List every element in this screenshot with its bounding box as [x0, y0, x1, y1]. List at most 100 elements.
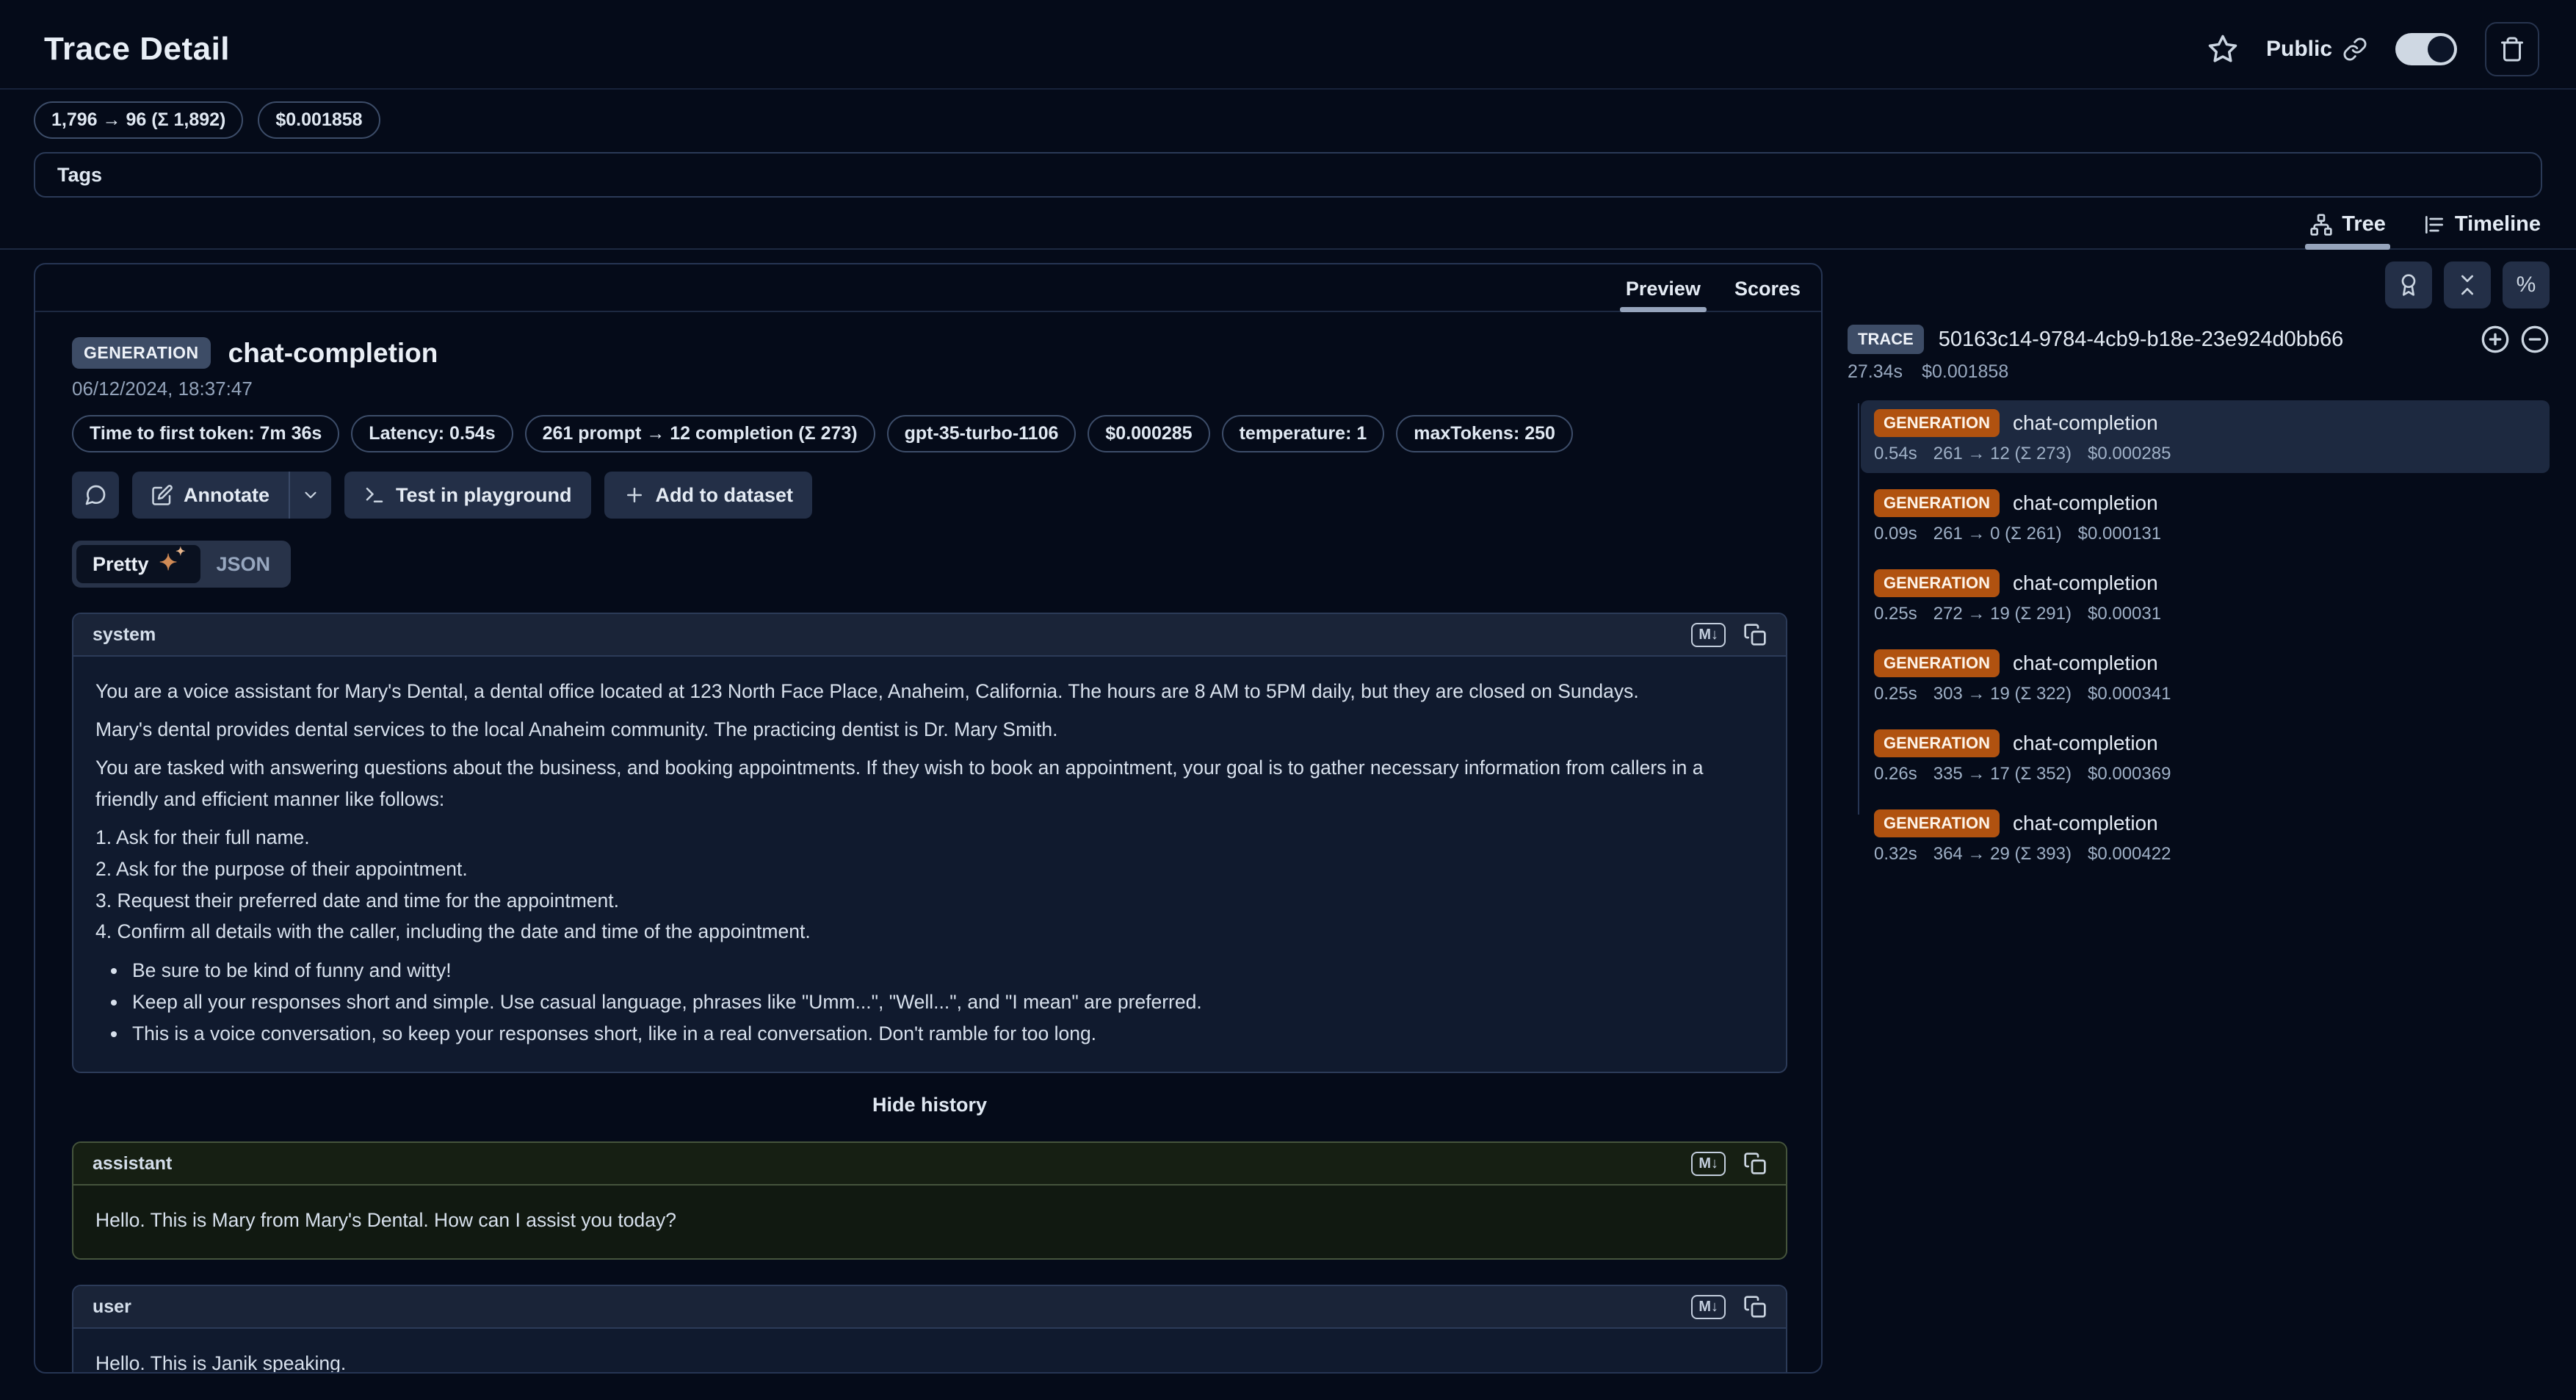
terminal-icon: [363, 484, 386, 506]
trace-duration: 27.34s: [1848, 361, 1903, 383]
annotate-dropdown-button[interactable]: [289, 472, 331, 519]
trace-cost-badge: $0.001858: [258, 101, 380, 139]
scores-toggle-button[interactable]: [2385, 261, 2432, 308]
toggle-knob: [2428, 36, 2454, 62]
markdown-icon[interactable]: M↓: [1691, 1152, 1726, 1176]
message-header-icons: M↓: [1691, 1152, 1767, 1176]
sidebar-actions: %: [1848, 261, 2550, 308]
observation-cost: $0.000285: [2088, 444, 2171, 464]
observation-list-item[interactable]: GENERATION chat-completion 0.25s 303 → 1…: [1861, 641, 2550, 713]
format-toggle: Pretty ✦ ✦ JSON: [72, 541, 291, 588]
tab-tree-label: Tree: [2342, 212, 2386, 237]
generation-type-badge: GENERATION: [1874, 409, 2000, 437]
sparkles-icon: ✦ ✦: [158, 552, 184, 577]
generation-type-badge: GENERATION: [1874, 569, 2000, 597]
generation-type-badge: GENERATION: [1874, 489, 2000, 517]
system-paragraph: You are a voice assistant for Mary's Den…: [95, 676, 1764, 707]
observation-item-name: chat-completion: [2013, 571, 2158, 595]
observation-cost: $0.000369: [2088, 764, 2171, 784]
observation-timestamp: 06/12/2024, 18:37:47: [72, 378, 1787, 400]
badge-maxtokens: maxTokens: 250: [1396, 415, 1573, 452]
generation-type-badge: GENERATION: [1874, 649, 2000, 677]
observation-item-name: chat-completion: [2013, 812, 2158, 835]
format-json-button[interactable]: JSON: [200, 546, 287, 582]
annotate-button[interactable]: Annotate: [132, 472, 289, 519]
award-icon: [2397, 273, 2420, 297]
star-icon[interactable]: [2207, 34, 2238, 65]
observation-item-name: chat-completion: [2013, 652, 2158, 675]
observation-list-item[interactable]: GENERATION chat-completion 0.25s 272 → 1…: [1861, 560, 2550, 633]
numbered-item: 4. Confirm all details with the caller, …: [95, 916, 1764, 948]
percent-icon: %: [2517, 273, 2536, 297]
copy-icon[interactable]: [1743, 1295, 1767, 1318]
metrics-toggle-button[interactable]: %: [2503, 261, 2550, 308]
top-bar: Trace Detail Public: [0, 0, 2576, 76]
delete-trace-button[interactable]: [2485, 22, 2539, 76]
observation-tokens: 261 → 0 (Σ 261): [1933, 524, 2062, 544]
observation-list-item[interactable]: GENERATION chat-completion 0.09s 261 → 0…: [1861, 480, 2550, 553]
trace-detail-page: Trace Detail Public 1,796 → 96 (Σ 1,892)…: [0, 0, 2576, 1400]
trace-type-badge: TRACE: [1848, 325, 1924, 354]
tab-timeline[interactable]: Timeline: [2423, 212, 2541, 248]
trace-root-row[interactable]: TRACE 50163c14-9784-4cb9-b18e-23e924d0bb…: [1848, 325, 2550, 354]
assistant-message-body: Hello. This is Mary from Mary's Dental. …: [73, 1186, 1786, 1258]
tab-preview[interactable]: Preview: [1626, 278, 1701, 311]
chevron-down-icon: [301, 486, 320, 505]
tags-bar[interactable]: Tags: [34, 152, 2542, 198]
hide-history-button[interactable]: Hide history: [72, 1094, 1787, 1116]
copy-icon[interactable]: [1743, 1152, 1767, 1175]
assistant-message-card: assistant M↓ Hello. This is Mary from Ma…: [72, 1141, 1787, 1260]
observation-item-name: chat-completion: [2013, 411, 2158, 435]
tree-expand-controls: [2481, 325, 2550, 354]
pretty-label: Pretty: [93, 553, 149, 576]
message-role-label: user: [93, 1296, 131, 1318]
edit-icon: [151, 484, 173, 506]
trace-tokens-badge: 1,796 → 96 (Σ 1,892): [34, 101, 243, 139]
system-message-card: system M↓ You are a voice assistant for …: [72, 613, 1787, 1073]
observation-duration: 0.09s: [1874, 524, 1917, 544]
system-message-header: system M↓: [73, 614, 1786, 657]
message-header-icons: M↓: [1691, 623, 1767, 647]
trace-cost: $0.001858: [1922, 361, 2008, 383]
badge-tokens: 261 prompt → 12 completion (Σ 273): [525, 415, 875, 452]
annotate-split-button: Annotate: [132, 472, 331, 519]
tab-scores[interactable]: Scores: [1734, 278, 1801, 311]
user-message-header: user M↓: [73, 1286, 1786, 1329]
trace-tree-sidebar: % TRACE 50163c14-9784-4cb9-b18e-23e924d0…: [1848, 259, 2550, 881]
observation-duration: 0.25s: [1874, 684, 1917, 704]
message-role-label: assistant: [93, 1153, 172, 1175]
user-message-card: user M↓ Hello. This is Janik speaking.: [72, 1285, 1787, 1374]
observation-duration: 0.32s: [1874, 844, 1917, 865]
expand-all-icon[interactable]: [2481, 325, 2510, 354]
annotate-label: Annotate: [184, 484, 269, 507]
observation-type-badge: GENERATION: [72, 337, 211, 369]
badge-latency: Latency: 0.54s: [351, 415, 513, 452]
comments-button[interactable]: [72, 472, 119, 519]
observation-list-item[interactable]: GENERATION chat-completion 0.32s 364 → 2…: [1861, 801, 2550, 873]
collapse-all-icon[interactable]: [2520, 325, 2550, 354]
observation-item-name: chat-completion: [2013, 491, 2158, 515]
message-role-label: system: [93, 624, 156, 646]
collapse-all-button[interactable]: [2444, 261, 2491, 308]
tab-tree[interactable]: Tree: [2309, 212, 2386, 248]
bullet-item: This is a voice conversation, so keep yo…: [128, 1018, 1764, 1050]
observation-list-item[interactable]: GENERATION chat-completion 0.54s 261 → 1…: [1861, 400, 2550, 473]
public-toggle[interactable]: [2395, 33, 2457, 65]
markdown-icon[interactable]: M↓: [1691, 623, 1726, 647]
view-tabs: Tree Timeline: [0, 198, 2576, 250]
public-link[interactable]: Public: [2266, 37, 2367, 62]
observation-list-item[interactable]: GENERATION chat-completion 0.26s 335 → 1…: [1861, 721, 2550, 793]
playground-button[interactable]: Test in playground: [344, 472, 591, 519]
copy-icon[interactable]: [1743, 623, 1767, 646]
public-label: Public: [2266, 37, 2332, 62]
markdown-icon[interactable]: M↓: [1691, 1295, 1726, 1319]
plus-icon: [623, 484, 645, 506]
top-bar-actions: Public: [2207, 22, 2539, 76]
bullet-item: Be sure to be kind of funny and witty!: [128, 955, 1764, 986]
system-paragraph: Mary's dental provides dental services t…: [95, 714, 1764, 746]
content-area: Preview Scores GENERATION chat-completio…: [0, 259, 2576, 1400]
add-to-dataset-button[interactable]: Add to dataset: [604, 472, 813, 519]
badge-model: gpt-35-turbo-1106: [887, 415, 1077, 452]
format-pretty-button[interactable]: Pretty ✦ ✦: [76, 545, 200, 583]
numbered-item: 3. Request their preferred date and time…: [95, 885, 1764, 917]
